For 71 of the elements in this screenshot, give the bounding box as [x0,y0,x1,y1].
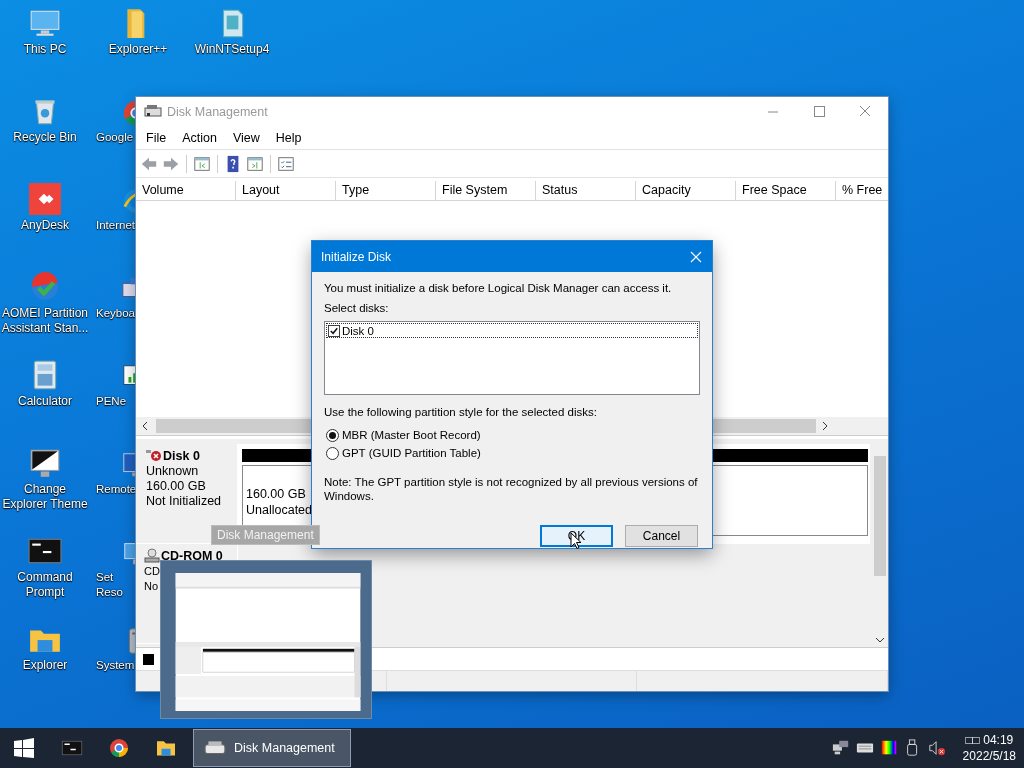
column-header[interactable]: Volume [136,181,236,200]
icon-label: System [96,658,136,673]
icon-label: Internet [96,218,136,233]
disk-detail: Unknown [146,464,200,479]
anydesk-icon[interactable] [28,182,62,216]
disk-detail: No [144,579,160,594]
column-header[interactable]: File System [436,181,536,200]
checkbox[interactable] [328,324,340,337]
icon-label: AnyDesk [21,218,69,233]
column-header[interactable]: Free Space [736,181,836,200]
icon-label: Explorer++ [108,42,168,57]
icon-label: Remote [96,482,136,497]
window-preview[interactable] [160,560,372,719]
icon-label: This PC [23,42,67,57]
icon-label: Calculator [18,394,72,409]
volume-muted-icon[interactable] [927,739,946,757]
icon-label: PENe [96,394,128,409]
disk-error-icon [146,448,162,464]
menu-item[interactable]: Action [174,131,225,145]
icon-label: Change Explorer Theme [1,482,89,512]
icon-label: Explorer [22,658,68,673]
icon-label: WinNTSetup4 [194,42,270,57]
disk-name: CD-ROM 0 [161,549,223,563]
disk-list-item[interactable]: Disk 0 [326,323,698,338]
radio-option[interactable]: GPT (GUID Partition Table) [326,444,700,462]
note-text: Note: The GPT partition style is not recognized by all previous versions of Windows. [324,475,699,503]
column-header[interactable]: Layout [236,181,336,200]
select-disks-label: Select disks: [324,301,390,315]
disk-drive-icon [144,104,162,120]
disk-name: Disk 0 [163,449,200,463]
disk-detail: CD [144,564,161,579]
console-tree-icon[interactable] [193,154,211,173]
icon-label: Command Prompt [16,570,74,600]
scroll-left-icon[interactable] [140,421,150,431]
properties-icon[interactable] [277,154,295,173]
icon-label: AOMEI Partition Assistant Stan... [0,306,90,336]
menu-item[interactable]: View [224,131,268,145]
window-title: Disk Management [167,105,268,119]
disk-drive-icon [204,739,226,757]
partition-style-label: Use the following partition style for the selected disks: [324,405,598,419]
cd-drive-icon [144,548,160,564]
network-icon[interactable] [831,739,850,757]
clock-date[interactable]: 2022/5/18 [962,748,1016,764]
legend-swatch [143,653,154,665]
disk-list[interactable]: Disk 0 [324,321,700,395]
icon-label: Set Reso [96,570,124,600]
color-palette-icon[interactable] [879,739,898,757]
window-tooltip: Disk Management [211,525,320,545]
column-header[interactable]: Capacity [636,181,736,200]
radio-option[interactable]: MBR (Master Boot Record) [326,426,700,444]
column-header[interactable]: % Free [836,181,888,200]
scroll-right-icon[interactable] [820,421,830,431]
close-button[interactable] [690,250,702,263]
menu-item[interactable]: Help [267,131,310,145]
dialog-message: You must initialize a disk before Logical Disk Manager can access it. [324,281,673,295]
disk-detail: 160.00 GB [146,479,207,494]
column-header[interactable]: Status [536,181,636,200]
dialog-title: Initialize Disk [321,249,393,264]
disk-detail: Not Initialized [146,494,223,509]
start-button[interactable] [14,738,34,758]
scroll-down-icon[interactable] [875,635,885,645]
taskbar-button[interactable]: Disk Management [193,729,351,767]
icon-label: Google [96,130,135,145]
browser-icon[interactable] [107,736,131,760]
column-header[interactable]: Type [336,181,436,200]
menu-item[interactable]: File [138,131,175,145]
action-pane-icon[interactable] [246,154,264,173]
clock-time[interactable]: □□ 04:19 [965,732,1014,748]
icon-label: Keyboa [96,306,136,321]
icon-label: Recycle Bin [13,130,77,145]
dialog-button[interactable]: Cancel [625,525,698,547]
